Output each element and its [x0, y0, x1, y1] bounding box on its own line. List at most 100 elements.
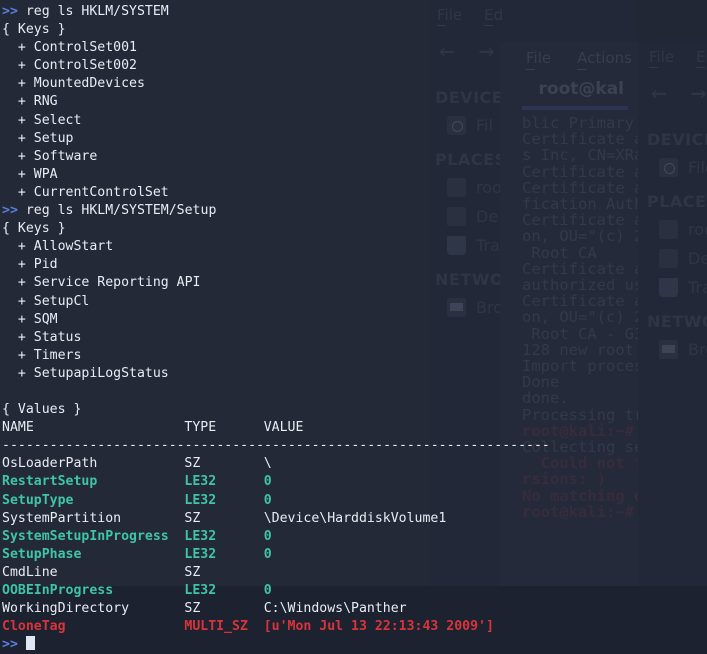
table-row: SystemPartition SZ \Device\HarddiskVolume1 [2, 510, 550, 528]
command-line: >> reg ls HKLM/SYSTEM/Setup [2, 202, 550, 220]
column-header-name: NAME [2, 420, 34, 436]
sidebar-item-label: roo [688, 220, 707, 239]
registry-key-item: + MountedDevices [2, 75, 550, 93]
cell-value: 0 [263, 474, 272, 490]
table-header-row: NAME TYPE VALUE [2, 419, 550, 437]
registry-key-label[interactable]: + RNG [2, 94, 58, 109]
registry-key-item: + CurrentControlSet [2, 184, 550, 202]
desktop-folder-icon [659, 249, 678, 268]
background-file-manager-window-2[interactable]: File Ed ← → DEVICES File PLACES roo Des [636, 42, 707, 586]
registry-key-item: + Select [2, 112, 550, 130]
registry-key-item: + Timers [2, 347, 550, 365]
console-output[interactable]: >> reg ls HKLM/SYSTEM{ Keys } + ControlS… [2, 3, 550, 654]
cell-type: SZ [184, 510, 201, 526]
registry-key-item: + AllowStart [2, 238, 550, 256]
registry-key-label[interactable]: + MountedDevices [2, 76, 145, 91]
cell-type: MULTI_SZ [184, 619, 248, 635]
keys-header-label: { Keys } [2, 221, 66, 237]
sidebar-item-filesystem[interactable]: File [645, 153, 707, 182]
registry-key-label[interactable]: + Software [2, 149, 97, 164]
network-icon [659, 340, 678, 359]
table-row: SetupPhase LE32 0 [2, 546, 550, 564]
registry-key-label[interactable]: + Status [2, 330, 82, 345]
prompt-symbol: >> [2, 4, 26, 19]
sidebar-item-browse-network[interactable]: Bro [645, 335, 707, 364]
cell-name: WorkingDirectory [2, 601, 130, 617]
cell-name: SystemPartition [2, 510, 122, 526]
cell-type: LE32 [184, 474, 217, 490]
cell-name: SetupPhase [2, 546, 82, 562]
registry-key-label[interactable]: + SQM [2, 312, 58, 327]
disc-icon [659, 158, 678, 177]
back-arrow-icon[interactable]: ← [651, 78, 667, 108]
menu-edit[interactable]: Ed [696, 48, 707, 68]
registry-key-label[interactable]: + SetupapiLogStatus [2, 366, 169, 381]
sidebar-group-places: PLACES [647, 192, 707, 211]
cell-type: SZ [184, 564, 201, 580]
menu-bar[interactable]: File Ed [637, 42, 707, 72]
registry-key-item: + WPA [2, 166, 550, 184]
registry-key-item: + Pid [2, 256, 550, 274]
registry-key-label[interactable]: + Setup [2, 131, 74, 146]
cell-value: \Device\HarddiskVolume1 [263, 510, 447, 526]
registry-key-label[interactable]: + CurrentControlSet [2, 185, 169, 200]
cell-name: SetupType [2, 492, 74, 508]
keys-header-label: { Keys } [2, 22, 66, 38]
cell-name: OOBEInProgress [2, 583, 114, 598]
table-row: RestartSetup LE32 0 [2, 473, 550, 491]
sidebar-item-trash[interactable]: Tra [645, 273, 707, 302]
cell-name: SystemSetupInProgress [2, 528, 169, 544]
values-header-label: { Values } [2, 402, 82, 418]
keys-header: { Keys } [2, 21, 550, 39]
table-row: CloneTag MULTI_SZ [u'Mon Jul 13 22:13:43 2… [2, 618, 550, 636]
registry-key-label[interactable]: + WPA [2, 167, 58, 182]
cell-type: LE32 [184, 528, 217, 544]
keys-header: { Keys } [2, 220, 550, 238]
sidebar-item-root[interactable]: roo [645, 215, 707, 244]
sidebar-item-label: Des [688, 249, 707, 268]
registry-key-item: + Service Reporting API [2, 274, 550, 292]
values-header: { Values } [2, 401, 550, 419]
text-cursor[interactable] [25, 636, 35, 651]
cell-name: CmdLine [2, 564, 58, 580]
menu-actions[interactable]: Actions [577, 49, 632, 70]
registry-key-label[interactable]: + SetupCl [2, 294, 89, 309]
sidebar-item-label: Bro [688, 340, 707, 359]
registry-key-item: + ControlSet002 [2, 57, 550, 75]
cell-type: SZ [184, 456, 201, 472]
cell-name: OsLoaderPath [2, 456, 98, 472]
registry-key-label[interactable]: + Pid [2, 257, 58, 272]
cell-value: \ [263, 456, 272, 472]
cell-type: LE32 [184, 583, 217, 598]
table-row: WorkingDirectory SZ C:\Windows\Panther [2, 600, 550, 618]
registry-key-label[interactable]: + ControlSet002 [2, 58, 137, 73]
forward-arrow-icon[interactable]: → [691, 78, 707, 108]
registry-key-label[interactable]: + Timers [2, 348, 82, 363]
registry-key-label[interactable]: + ControlSet001 [2, 40, 137, 55]
cell-name: RestartSetup [2, 474, 98, 490]
registry-key-label[interactable]: + AllowStart [2, 239, 113, 254]
registry-key-label[interactable]: + Select [2, 113, 82, 128]
registry-key-item: + Setup [2, 130, 550, 148]
command-line: >> [2, 636, 550, 654]
table-row: OsLoaderPath SZ \ [2, 455, 550, 473]
sidebar-item-desktop[interactable]: Des [645, 244, 707, 273]
command-line: >> reg ls HKLM/SYSTEM [2, 3, 550, 21]
cell-type: LE32 [184, 492, 217, 508]
cell-value: 0 [263, 528, 272, 544]
separator-line: ----------------------------------------… [2, 438, 550, 454]
table-row: SystemSetupInProgress LE32 0 [2, 528, 550, 546]
cell-value: 0 [263, 546, 272, 562]
cell-value: C:\Windows\Panther [263, 601, 407, 617]
trash-icon [659, 278, 678, 297]
registry-key-label[interactable]: + Service Reporting API [2, 275, 201, 290]
column-header-value: VALUE [263, 420, 304, 436]
table-row: CmdLine SZ [2, 564, 550, 582]
cell-value: 0 [263, 583, 272, 598]
menu-file[interactable]: File [649, 48, 674, 68]
command-text[interactable]: reg ls HKLM/SYSTEM [26, 4, 169, 19]
navigation-bar[interactable]: ← → [637, 72, 707, 114]
command-text[interactable]: reg ls HKLM/SYSTEM/Setup [26, 203, 217, 218]
sidebar-item-label: Tra [688, 278, 707, 297]
